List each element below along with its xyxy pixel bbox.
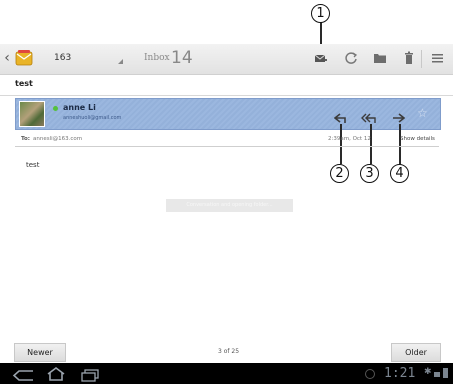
newer-button[interactable]: Newer (14, 343, 66, 362)
message-subject: test (15, 79, 33, 88)
refresh-icon[interactable] (343, 50, 359, 66)
reply-all-icon[interactable] (361, 109, 377, 123)
sync-icon (365, 369, 375, 379)
reply-icon[interactable] (333, 109, 348, 123)
sender-name: anne Li (63, 103, 96, 112)
pager-bar: Newer 3 of 25 Older (0, 342, 453, 363)
battery-icon (443, 368, 448, 378)
system-bar: 1:21 ✱ (0, 363, 453, 384)
to-label: To: (21, 136, 30, 142)
folder-icon[interactable] (372, 50, 388, 66)
message-header[interactable]: anne Li anneshuoli@gmail.com ☆ (15, 98, 441, 130)
message-body: test (26, 161, 40, 169)
show-details-link[interactable]: Show details (400, 136, 435, 142)
pager-position: 3 of 25 (218, 348, 240, 355)
account-dropdown-arrow-icon[interactable] (118, 59, 123, 64)
avatar[interactable] (19, 101, 45, 127)
toast-message: Conversation and opening folder... (166, 199, 293, 212)
callout-1: 1 (311, 4, 330, 23)
message-date: 2:39am, Oct 12 (328, 136, 371, 142)
callout-2: 2 (330, 164, 349, 183)
callout-3: 3 (360, 164, 379, 183)
callout-4: 4 (390, 164, 409, 183)
wifi-icon (434, 369, 440, 377)
bluetooth-icon: ✱ (424, 367, 432, 377)
unread-count: 14 (171, 48, 193, 68)
system-home-icon[interactable] (46, 366, 66, 385)
older-button[interactable]: Older (391, 343, 441, 362)
account-label[interactable]: 163 (54, 53, 71, 63)
compose-icon[interactable] (313, 50, 329, 66)
back-chevron-icon[interactable]: ‹ (2, 50, 12, 66)
system-back-icon[interactable] (12, 367, 36, 386)
delete-icon[interactable] (401, 50, 417, 66)
action-bar: ‹ 163 Inbox 14 (0, 44, 453, 75)
star-icon[interactable]: ☆ (417, 106, 431, 120)
recipients-row: To: annesli@163.com 2:39am, Oct 12 Show … (15, 131, 439, 147)
system-recent-apps-icon[interactable] (80, 367, 100, 386)
divider (421, 50, 422, 68)
sender-email: anneshuoli@gmail.com (63, 115, 122, 121)
menu-icon[interactable] (430, 50, 446, 66)
subject-bar: test (0, 75, 453, 96)
clock: 1:21 (384, 366, 416, 381)
to-value: annesli@163.com (33, 136, 83, 142)
forward-icon[interactable] (391, 109, 406, 123)
folder-label[interactable]: Inbox (144, 53, 170, 63)
mail-app-icon[interactable] (15, 49, 33, 66)
online-status-dot (53, 106, 58, 111)
